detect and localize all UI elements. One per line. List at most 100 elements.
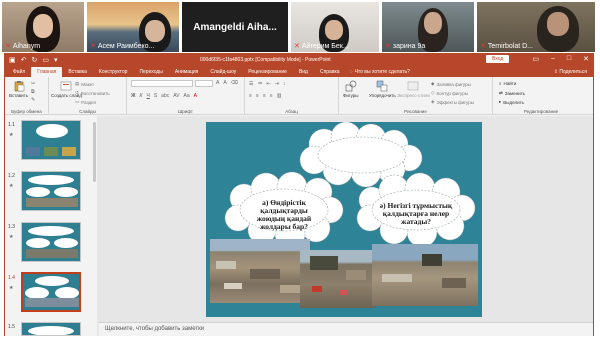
align-right-icon[interactable]: ≡	[263, 93, 266, 99]
slideshow-icon[interactable]: ▭	[42, 56, 49, 64]
slide-editor: а) Өндірістік қалдықтарды жоюдың қандай …	[99, 116, 593, 322]
tab-slideshow[interactable]: Слайд-шоу	[204, 67, 242, 77]
tab-animations[interactable]: Анимация	[169, 67, 204, 77]
slide-thumbnail[interactable]	[21, 222, 81, 262]
replace-button[interactable]: ⇄ Заменить	[499, 90, 525, 96]
tab-file[interactable]: Файл	[7, 67, 31, 77]
copy-icon[interactable]: ⧉	[31, 89, 35, 95]
participant-tile[interactable]: Amangeldi Aiha...	[182, 2, 288, 52]
line-spacing-icon[interactable]: ↕	[283, 81, 286, 87]
workspace: 1.1 ★ 1.2 ★ 1.3 ★ 1.4 ★ 1.5 а) Өндірісті…	[5, 116, 593, 336]
italic-icon[interactable]: К	[140, 93, 143, 99]
shrink-font-icon[interactable]: A	[223, 80, 226, 86]
participant-tile[interactable]: ✕ Айгерим Бек...	[291, 2, 379, 52]
shapes-button[interactable]: Фигуры	[343, 80, 359, 98]
current-slide[interactable]: а) Өндірістік қалдықтарды жоюдың қандай …	[206, 122, 482, 317]
increase-indent-icon[interactable]: ⇥	[275, 81, 279, 87]
section-icon: ▭	[75, 99, 80, 104]
case-icon[interactable]: Aa	[184, 93, 190, 99]
save-icon[interactable]: ▣	[9, 56, 16, 64]
font-size-field[interactable]	[195, 80, 213, 87]
slide-thumbnail-selected[interactable]	[21, 272, 81, 312]
tab-view[interactable]: Вид	[293, 67, 314, 77]
slide-thumbnail[interactable]	[21, 322, 81, 336]
bold-icon[interactable]: Ж	[131, 93, 136, 99]
columns-icon[interactable]: ▥	[277, 93, 282, 99]
thumbnail-scrollbar[interactable]	[93, 122, 96, 182]
participant-tile[interactable]: ✕ Асем Раимбеко...	[87, 2, 179, 52]
align-center-icon[interactable]: ≡	[256, 93, 259, 99]
arrange-button[interactable]: Упорядочить	[369, 80, 396, 98]
tab-design[interactable]: Конструктор	[93, 67, 134, 77]
shape-fill-button[interactable]: ◆ Заливка фигуры	[431, 81, 471, 87]
layout-button[interactable]: ▤ Макет	[75, 81, 94, 87]
slide-thumbnail-pane: 1.1 ★ 1.2 ★ 1.3 ★ 1.4 ★ 1.5	[5, 116, 97, 336]
tab-insert[interactable]: Вставка	[62, 67, 93, 77]
thumbnail-number: 1.2	[8, 173, 15, 179]
tab-transitions[interactable]: Переходы	[133, 67, 168, 77]
muted-mic-icon: ✕	[5, 43, 11, 50]
editing-group: ⌕ Найти ⇄ Заменить ▸ Выделить Редактировани…	[493, 77, 589, 115]
fill-icon: ◆	[431, 81, 435, 86]
strikethrough-icon[interactable]: abc	[161, 93, 169, 99]
align-left-icon[interactable]: ≡	[249, 93, 252, 99]
reset-icon: ↺	[75, 90, 79, 95]
sign-in-button[interactable]: Вход	[486, 55, 510, 63]
slide-thumbnail[interactable]	[21, 120, 81, 160]
underline-icon[interactable]: Ч	[146, 93, 149, 99]
arrange-icon	[377, 80, 388, 92]
share-button[interactable]: ⇪ Поделиться	[554, 69, 587, 75]
bullets-icon[interactable]: ☰	[249, 81, 253, 87]
font-label: Шрифт	[178, 109, 193, 114]
close-icon[interactable]: ✕	[583, 55, 589, 63]
maximize-icon[interactable]: □	[567, 55, 571, 63]
drawing-group: Фигуры Упорядочить Экспресс-стили ◆ Залив…	[339, 77, 493, 115]
paste-icon	[14, 81, 24, 92]
grow-font-icon[interactable]: A	[216, 80, 219, 86]
reset-button[interactable]: ↺ Восстановить	[75, 90, 110, 96]
paste-button[interactable]: Вставить	[9, 80, 28, 98]
spacing-icon[interactable]: AV	[173, 93, 179, 99]
shape-effects-button[interactable]: ◈ Эффекты фигуры	[431, 99, 474, 105]
clear-format-icon[interactable]: ⌫	[231, 80, 238, 86]
redo-icon[interactable]: ↻	[32, 56, 38, 64]
clipboard-label: Буфер обмена	[11, 109, 42, 114]
format-painter-icon[interactable]: ✎	[31, 97, 35, 103]
numbering-icon[interactable]: ≔	[257, 81, 262, 87]
paragraph-group: ☰ ≔ ⇤ ⇥ ↕ ≡ ≡ ≡ ≡ ▥ Абзац	[245, 77, 339, 115]
shadow-icon[interactable]: S	[154, 93, 157, 99]
cloud-question-e: ә) Негізгі тұрмыстық қалдықтарға нелер ж…	[379, 201, 453, 226]
decrease-indent-icon[interactable]: ⇤	[266, 81, 270, 87]
participant-tile[interactable]: ✕ Temirbolat D...	[477, 2, 595, 52]
ribbon-display-icon[interactable]: ▭	[532, 55, 539, 63]
undo-icon[interactable]: ↶	[21, 56, 27, 64]
participant-tile[interactable]: ✕ Aihanym	[2, 2, 84, 52]
customize-qat-icon[interactable]: ▾	[54, 56, 58, 64]
lightbulb-icon: ◌	[349, 69, 353, 75]
thumbnail-number: 1.5	[8, 324, 15, 330]
font-family-field[interactable]	[131, 80, 193, 87]
quick-styles-button[interactable]: Экспресс-стили	[397, 80, 430, 98]
notes-pane[interactable]: Щелкните, чтобы добавить заметки	[99, 322, 593, 336]
tab-review[interactable]: Рецензирование	[242, 67, 293, 77]
section-button[interactable]: ▭ Раздел	[75, 99, 96, 105]
slide-thumbnail[interactable]	[21, 171, 81, 211]
landfill-photo-3	[372, 244, 478, 306]
minimize-icon[interactable]: –	[551, 55, 555, 63]
cut-icon[interactable]: ✂	[31, 81, 35, 87]
muted-mic-icon: ✕	[385, 43, 391, 50]
find-button[interactable]: ⌕ Найти	[499, 81, 516, 86]
tab-home[interactable]: Главная	[31, 67, 63, 77]
tell-me-search[interactable]: ◌ Что вы хотите сделать?	[346, 67, 414, 77]
video-strip: ✕ Aihanym ✕ Асем Раимбеко... Amangeldi Aih…	[0, 0, 600, 52]
thumbnail-number: 1.4	[8, 275, 15, 281]
justify-icon[interactable]: ≡	[270, 93, 273, 99]
layout-icon: ▤	[75, 81, 80, 86]
shape-outline-button[interactable]: ◇ Контур фигуры	[431, 90, 468, 96]
select-button[interactable]: ▸ Выделить	[499, 99, 524, 105]
participant-tile[interactable]: ✕ зарина 9а	[382, 2, 474, 52]
star-icon: ★	[9, 132, 14, 138]
font-color-icon[interactable]: A	[194, 93, 197, 99]
shapes-icon	[345, 80, 357, 92]
tab-help[interactable]: Справка	[314, 67, 346, 77]
